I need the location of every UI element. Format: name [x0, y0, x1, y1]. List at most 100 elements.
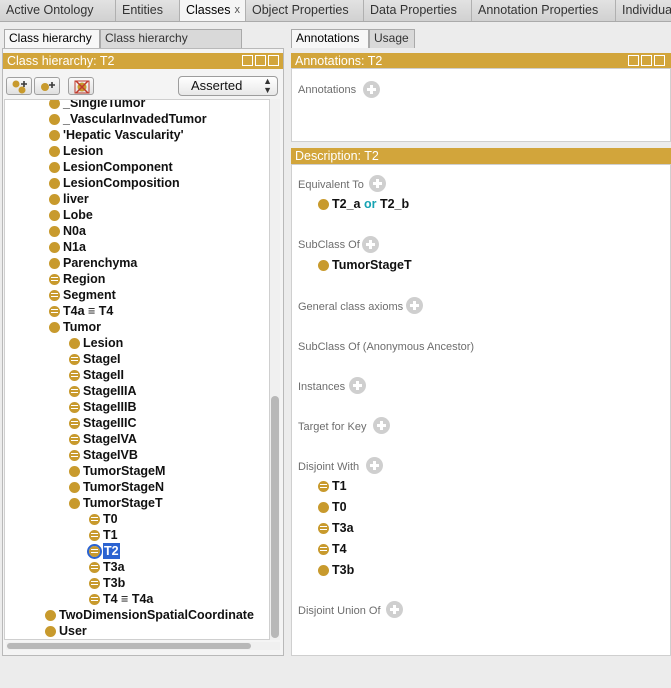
tree-row[interactable]: StageIIIC	[5, 415, 269, 431]
tab-annotations[interactable]: Annotations	[291, 29, 369, 48]
tab-class-hierarchy-inferred[interactable]: Class hierarchy (inferred)	[100, 29, 242, 62]
tree-row[interactable]: TwoDimensionSpatialCoordinate	[5, 607, 269, 623]
add-sibling-icon	[41, 82, 55, 91]
tab-usage[interactable]: Usage	[369, 29, 415, 48]
tree-row-label: Parenchyma	[63, 256, 138, 270]
tree-horizontal-scroll-thumb[interactable]	[7, 643, 251, 649]
add-disjoint-icon[interactable]	[366, 457, 383, 474]
tree-row[interactable]: T2	[5, 543, 269, 559]
view-restore-icon[interactable]	[242, 55, 253, 66]
tree-row[interactable]: T1	[5, 527, 269, 543]
tab-object-properties[interactable]: Object Properties	[246, 0, 364, 21]
defined-class-icon	[69, 386, 80, 397]
tree-row[interactable]: T0	[5, 511, 269, 527]
add-superclass-icon[interactable]	[362, 236, 379, 253]
tree-row[interactable]: ▼Tumor	[5, 319, 269, 335]
tree-row-label: Region	[63, 272, 106, 286]
tree-row[interactable]: Lobe	[5, 207, 269, 223]
view-maximize-icon[interactable]	[641, 55, 652, 66]
tree-row[interactable]: ▶Lesion	[5, 335, 269, 351]
add-subclass-button[interactable]	[6, 77, 32, 95]
class-icon	[49, 114, 60, 125]
tab-annotation-properties[interactable]: Annotation Properties	[472, 0, 616, 21]
class-icon	[49, 322, 60, 333]
delete-class-button[interactable]	[68, 77, 94, 95]
tree-row-label: Lesion	[83, 336, 124, 350]
tree-row[interactable]: Segment	[5, 287, 269, 303]
tree-row[interactable]: ▶TumorStageN	[5, 479, 269, 495]
tree-row[interactable]: ▶Lesion	[5, 143, 269, 159]
view-close-icon[interactable]	[268, 55, 279, 66]
class-icon	[49, 178, 60, 189]
tree-row-label: StageIIIB	[83, 400, 137, 414]
add-annotation-icon[interactable]	[363, 81, 380, 98]
defined-class-icon	[89, 530, 100, 541]
defined-class-icon	[69, 370, 80, 381]
tab-entities[interactable]: Entities	[116, 0, 180, 21]
view-close-icon[interactable]	[654, 55, 665, 66]
tree-row[interactable]: StageI	[5, 351, 269, 367]
class-icon	[69, 498, 80, 509]
add-subclass-icon	[12, 80, 27, 94]
tree-row[interactable]: StageIVB	[5, 447, 269, 463]
tree-row[interactable]: StageIVA	[5, 431, 269, 447]
equivalent-text: T2_a or T2_b	[332, 196, 409, 212]
defined-class-icon	[87, 544, 102, 559]
tree-row[interactable]: T4 ≡ T4a	[5, 591, 269, 607]
tree-row[interactable]: User	[5, 623, 269, 639]
disjoint-item-label: T3b	[332, 563, 355, 577]
tree-row[interactable]: T3a	[5, 559, 269, 575]
class-icon	[318, 199, 329, 210]
tree-vertical-scroll-thumb[interactable]	[271, 396, 279, 638]
defined-class-icon	[69, 402, 80, 413]
tree-row[interactable]: liver	[5, 191, 269, 207]
tree-row[interactable]: T4a ≡ T4	[5, 303, 269, 319]
tree-row[interactable]: N1a	[5, 239, 269, 255]
tab-label: Object Properties	[252, 3, 349, 17]
tab-classes[interactable]: Classes x	[180, 0, 246, 21]
add-equivalent-icon[interactable]	[369, 175, 386, 192]
add-key-icon[interactable]	[373, 417, 390, 434]
view-maximize-icon[interactable]	[255, 55, 266, 66]
tree-row[interactable]: LesionComponent	[5, 159, 269, 175]
tab-label: Entities	[122, 3, 163, 17]
view-restore-icon[interactable]	[628, 55, 639, 66]
add-disjoint-union-icon[interactable]	[386, 601, 403, 618]
tree-row[interactable]: ▶'Hepatic Vascularity'	[5, 127, 269, 143]
tab-data-properties[interactable]: Data Properties	[364, 0, 472, 21]
tree-row[interactable]: StageIIIA	[5, 383, 269, 399]
tree-row[interactable]: StageII	[5, 367, 269, 383]
hierarchy-mode-select[interactable]: Asserted ▲ ▼	[178, 76, 278, 96]
tree-row[interactable]: _SingleTumor	[5, 100, 269, 111]
tab-individuals[interactable]: Individuals	[616, 0, 671, 21]
disjoint-with-label: Disjoint With	[298, 461, 360, 473]
equivalent-operand-a[interactable]: T2_a	[332, 197, 361, 211]
tree-row[interactable]: ▼TumorStageT	[5, 495, 269, 511]
add-general-axiom-icon[interactable]	[406, 297, 423, 314]
class-icon	[69, 482, 80, 493]
class-icon	[49, 210, 60, 221]
equivalent-operand-b[interactable]: T2_b	[380, 197, 409, 211]
tree-row-label: N1a	[63, 240, 86, 254]
tree-row[interactable]: Region	[5, 271, 269, 287]
tree-row[interactable]: ▶TumorStageM	[5, 463, 269, 479]
tree-row[interactable]: Parenchyma	[5, 255, 269, 271]
class-icon	[49, 130, 60, 141]
class-tree[interactable]: _SingleTumor▶_VascularInvadedTumor▶'Hepa…	[4, 99, 270, 640]
tree-row[interactable]: StageIIIB	[5, 399, 269, 415]
tree-row[interactable]: ▶_VascularInvadedTumor	[5, 111, 269, 127]
tree-row[interactable]: N0a	[5, 223, 269, 239]
defined-class-icon	[89, 594, 100, 605]
tab-active-ontology[interactable]: Active Ontology	[0, 0, 116, 21]
tree-row-label: LesionComponent	[63, 160, 173, 174]
tree-row-label: StageIIIA	[83, 384, 137, 398]
tab-class-hierarchy[interactable]: Class hierarchy	[4, 29, 100, 48]
add-sibling-button[interactable]	[34, 77, 60, 95]
tree-row-label: Lesion	[63, 144, 104, 158]
select-value: Asserted	[191, 78, 243, 93]
tree-row[interactable]: T3b	[5, 575, 269, 591]
add-instance-icon[interactable]	[349, 377, 366, 394]
tree-row[interactable]: LesionComposition	[5, 175, 269, 191]
tree-row-label: _VascularInvadedTumor	[63, 112, 207, 126]
close-tab-icon[interactable]: x	[235, 0, 241, 21]
